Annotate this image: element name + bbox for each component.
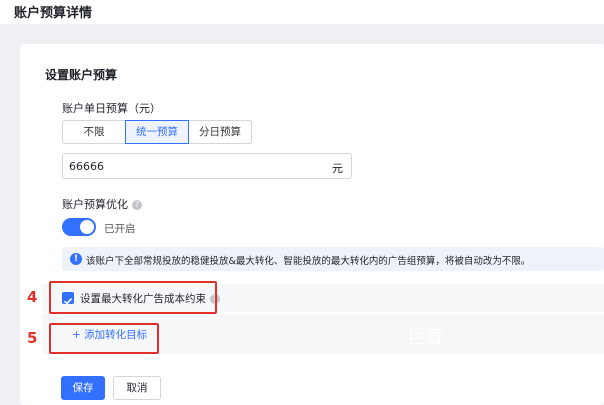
- page-title: 账户预算详情: [14, 6, 93, 21]
- step-number-5: 5: [27, 329, 38, 347]
- page-header: 账户预算详情: [0, 0, 604, 24]
- toggle-knob: [80, 220, 94, 234]
- option-daily-budget[interactable]: 分日预算: [188, 120, 252, 144]
- budget-optimization-row: 账户预算优化?: [62, 196, 142, 212]
- option-unlimited[interactable]: 不限: [62, 120, 126, 144]
- budget-amount-input[interactable]: 66666 元: [62, 153, 352, 179]
- budget-optimization-label: 账户预算优化: [62, 198, 128, 211]
- budget-mode-selector: 不限 统一预算 分日预算: [62, 120, 252, 144]
- question-circle-icon[interactable]: ?: [132, 200, 142, 210]
- budget-optimization-toggle[interactable]: [62, 218, 96, 236]
- toggle-status-label: 已开启: [104, 223, 136, 235]
- budget-unit: 元: [332, 162, 343, 175]
- watermark: 巨宣: [407, 327, 445, 348]
- notice-text: 该账户下全部常规投放的稳健投放&最大转化、智能投放的最大转化内的广告组预算，将被…: [86, 256, 531, 267]
- section-title: 设置账户预算: [45, 68, 118, 82]
- info-notice: ! 该账户下全部常规投放的稳健投放&最大转化、智能投放的最大转化内的广告组预算，…: [62, 247, 604, 271]
- save-button[interactable]: 保存: [61, 376, 105, 400]
- daily-budget-label: 账户单日预算（元）: [62, 102, 161, 115]
- info-circle-icon: !: [70, 253, 82, 265]
- option-unified-budget[interactable]: 统一预算: [125, 120, 189, 144]
- cancel-button[interactable]: 取消: [113, 376, 161, 400]
- step-number-4: 4: [27, 288, 38, 306]
- budget-amount-value: 66666: [69, 160, 104, 173]
- highlight-box-step4: [49, 281, 217, 314]
- highlight-box-step5: [49, 323, 159, 354]
